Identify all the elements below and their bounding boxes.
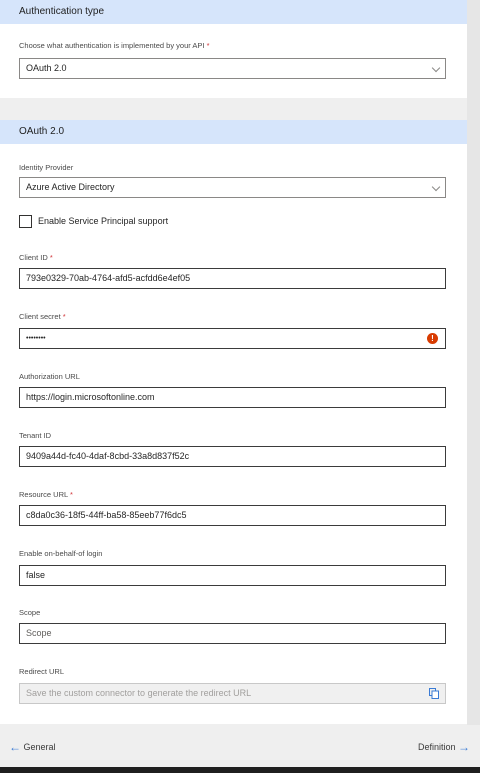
arrow-right-icon: → [458,740,470,754]
redirect-url-placeholder: Save the custom connector to generate th… [26,688,252,698]
client-id-label: Client ID * [19,253,53,262]
scope-input[interactable]: Scope [19,623,446,644]
connector-wizard: Authentication type Choose what authenti… [0,0,480,773]
client-secret-label: Client secret * [19,312,66,321]
redirect-url-label: Redirect URL [19,667,65,676]
client-secret-input[interactable]: •••••••• ! [19,328,446,349]
client-id-input[interactable]: 793e0329-70ab-4764-afd5-acfdd6e4ef05 [19,268,446,289]
auth-type-section: Authentication type Choose what authenti… [0,0,467,98]
chevron-down-icon [431,63,441,73]
required-asterisk: * [70,490,73,499]
next-definition-link[interactable]: Definition → [418,740,470,754]
chevron-down-icon [431,182,441,192]
authorization-url-label: Authorization URL [19,372,80,381]
service-principal-checkbox[interactable] [19,214,32,228]
required-asterisk: * [62,312,66,321]
client-secret-value: •••••••• [26,335,46,342]
required-asterisk: * [49,253,53,262]
scope-label: Scope [19,608,41,617]
tenant-id-input[interactable]: 9409a44d-fc40-4daf-8cbd-33a8d837f52c [19,446,446,467]
scrollbar-track[interactable] [467,0,480,725]
identity-provider-label: Identity Provider [19,163,74,172]
authorization-url-input[interactable]: https://login.microsoftonline.com [19,387,446,408]
resource-url-value: c8da0c36-18f5-44ff-ba58-85eeb77f6dc5 [26,510,187,520]
auth-type-header: Authentication type [0,0,467,24]
required-asterisk: * [206,41,210,50]
authorization-url-value: https://login.microsoftonline.com [26,392,155,402]
error-icon: ! [427,333,438,344]
on-behalf-of-label: Enable on-behalf-of login [19,549,103,558]
oauth-header: OAuth 2.0 [0,120,467,144]
tenant-id-label: Tenant ID [19,431,52,440]
wizard-footer: ← General Definition → [0,725,480,767]
auth-type-dropdown[interactable]: OAuth 2.0 [19,58,446,79]
auth-type-value: OAuth 2.0 [26,63,67,73]
back-label: General [23,742,56,752]
scope-placeholder: Scope [26,628,52,638]
arrow-left-icon: ← [9,740,21,754]
back-general-link[interactable]: ← General [9,740,56,754]
tenant-id-value: 9409a44d-fc40-4daf-8cbd-33a8d837f52c [26,451,190,461]
auth-type-label: Choose what authentication is implemente… [19,41,210,50]
copy-icon[interactable] [429,688,439,699]
service-principal-label: Enable Service Principal support [38,216,169,226]
resource-url-input[interactable]: c8da0c36-18f5-44ff-ba58-85eeb77f6dc5 [19,505,446,526]
bottom-edge-bar [0,767,480,773]
service-principal-row[interactable]: Enable Service Principal support [19,214,168,228]
identity-provider-dropdown[interactable]: Azure Active Directory [19,177,446,198]
next-label: Definition [417,742,456,752]
client-id-value: 793e0329-70ab-4764-afd5-acfdd6e4ef05 [26,273,191,283]
identity-provider-value: Azure Active Directory [26,182,115,192]
on-behalf-of-value: false [26,570,46,580]
redirect-url-input: Save the custom connector to generate th… [19,683,446,704]
on-behalf-of-input[interactable]: false [19,565,446,586]
resource-url-label: Resource URL * [19,490,73,499]
